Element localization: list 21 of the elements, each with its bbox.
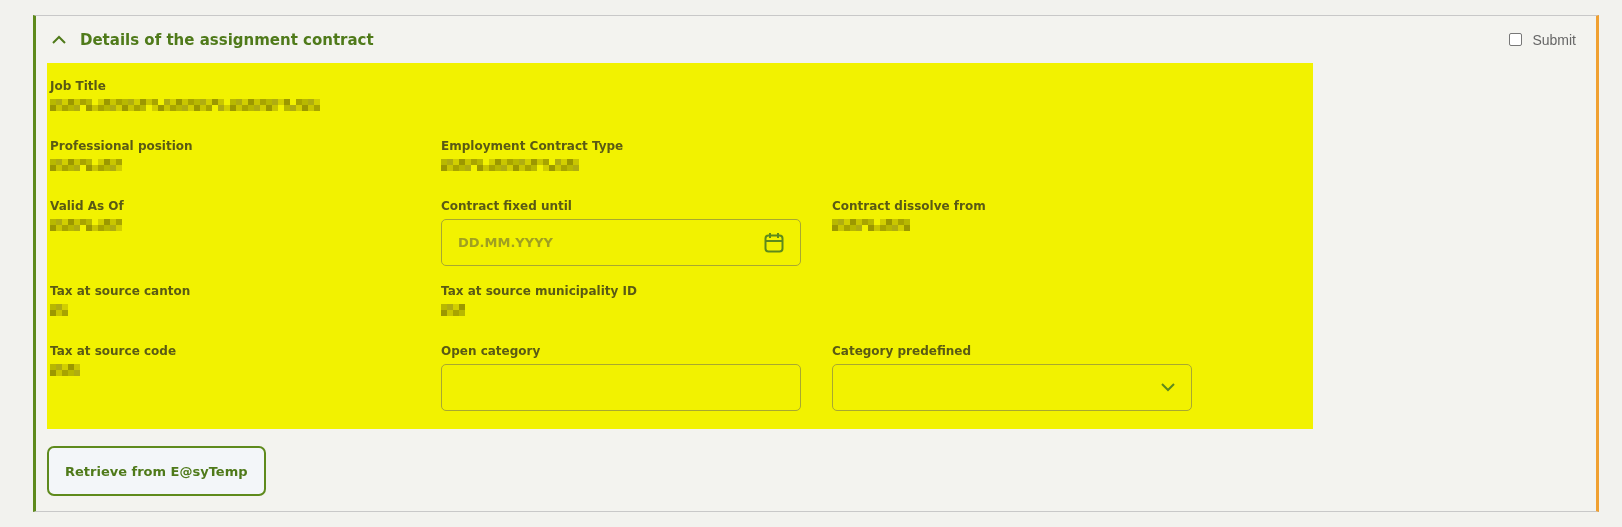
submit-label: Submit xyxy=(1532,31,1576,48)
collapse-toggle[interactable] xyxy=(52,34,66,45)
field-label: Tax at source canton xyxy=(50,284,191,298)
field-label: Professional position xyxy=(50,139,193,153)
calendar-icon[interactable] xyxy=(764,231,784,254)
field-label: Tax at source municipality ID xyxy=(441,284,637,298)
submit-checkbox[interactable] xyxy=(1509,33,1523,46)
text-field[interactable] xyxy=(441,364,801,411)
section-title: Details of the assignment contract xyxy=(80,30,375,49)
field-label: Open category xyxy=(441,344,541,358)
field-label: Employment Contract Type xyxy=(441,139,624,153)
chevron-icon xyxy=(52,34,66,45)
field-label: Category predefined xyxy=(832,344,972,358)
field-label: Contract fixed until xyxy=(441,199,572,213)
select-field[interactable] xyxy=(832,364,1192,411)
field-label: Contract dissolve from xyxy=(832,199,986,213)
field-label: Job Title xyxy=(50,79,106,93)
retrieve-button[interactable]: Retrieve from E@syTemp xyxy=(47,446,266,496)
chevron-down-icon xyxy=(1161,383,1175,392)
field-label: Tax at source code xyxy=(50,344,177,358)
field-label: Valid As Of xyxy=(50,199,124,213)
